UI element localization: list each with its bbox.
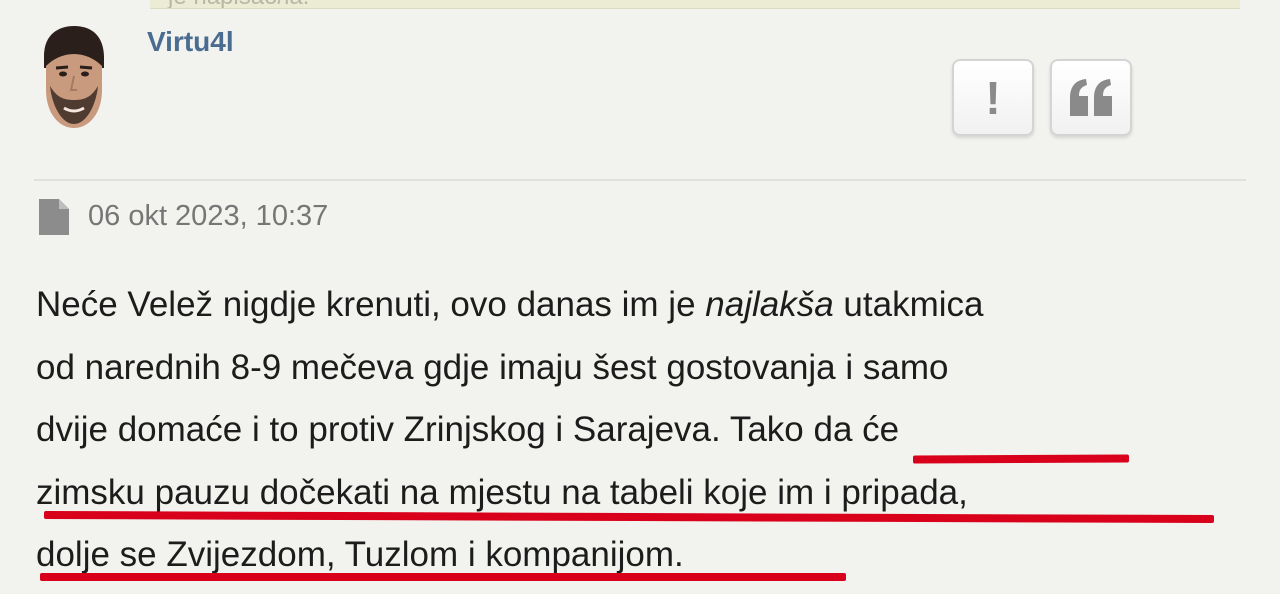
post-text: utakmica bbox=[833, 285, 984, 324]
report-post-button[interactable]: ! bbox=[952, 59, 1034, 136]
red-underline-annotation bbox=[40, 573, 846, 581]
post-text: . bbox=[674, 535, 684, 574]
quote-post-button[interactable] bbox=[1050, 59, 1132, 136]
red-underline-annotation bbox=[912, 454, 1130, 464]
post-header-divider bbox=[34, 179, 1246, 181]
post-body-line: dvije domaće i to protiv Zrinjskog i Sar… bbox=[36, 399, 1256, 462]
quote-icon bbox=[1070, 78, 1112, 116]
post-text: dvije domaće i to protiv Zrinjskog i Sar… bbox=[36, 410, 730, 449]
post-body-line: od narednih 8-9 mečeva gdje imaju šest g… bbox=[36, 347, 949, 387]
previous-quote-strip: je napisao/la: bbox=[150, 0, 1240, 9]
highlighted-text: dolje se Zvijezdom, Tuzlom i kompanijom bbox=[36, 535, 675, 574]
post-emphasis-text: najlakša bbox=[705, 285, 834, 324]
post-timestamp[interactable]: 06 okt 2023, 10:37 bbox=[88, 196, 328, 236]
quote-header-text: je napisao/la: bbox=[168, 0, 309, 8]
highlighted-text: Tako da će bbox=[729, 410, 900, 449]
post-text: Neće Velež nigdje krenuti, ovo danas im … bbox=[36, 285, 706, 324]
document-icon bbox=[39, 199, 69, 235]
post-body-line: Neće Velež nigdje krenuti, ovo danas im … bbox=[36, 274, 1256, 337]
post-body: Neće Velež nigdje krenuti, ovo danas im … bbox=[36, 274, 1256, 587]
forum-post-page: je napisao/la: Virtu4l ! 06 okt 2023, 10… bbox=[0, 0, 1280, 594]
user-avatar[interactable] bbox=[34, 24, 112, 132]
post-author-username[interactable]: Virtu4l bbox=[147, 24, 234, 60]
exclamation-icon: ! bbox=[985, 71, 1001, 124]
